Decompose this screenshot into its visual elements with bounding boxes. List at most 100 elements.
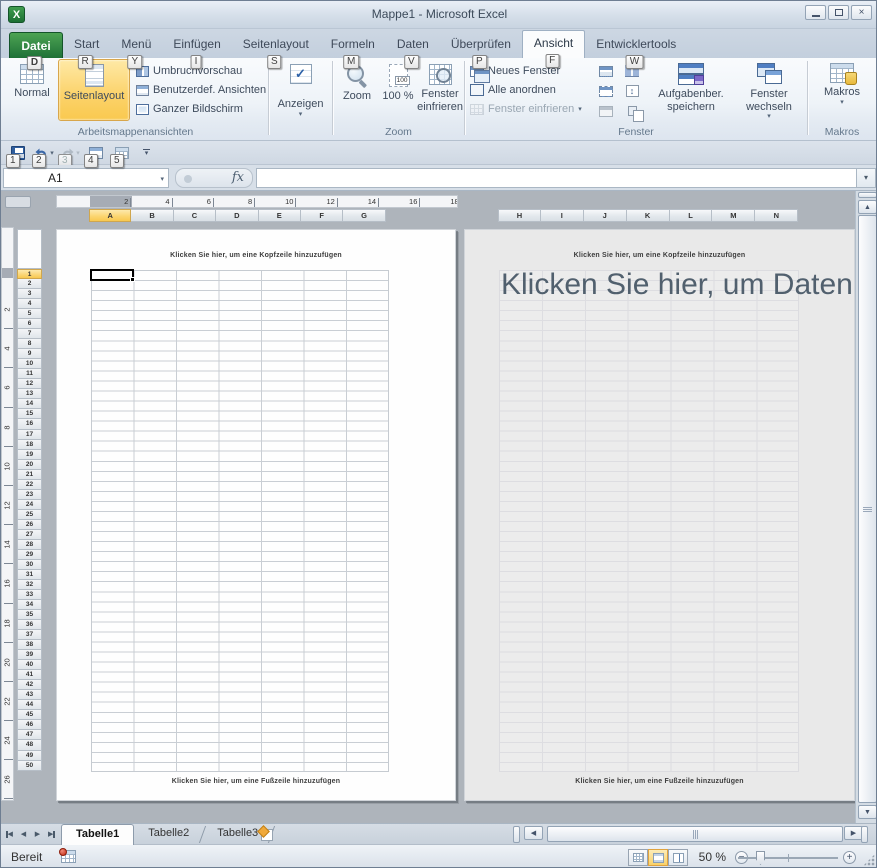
switch-windows-button[interactable]: Fenster wechseln ▾ [736,59,802,121]
row-header[interactable]: 40 [17,660,42,670]
undo-button[interactable]: ▾ 2 [31,143,57,163]
page-break-preview-button[interactable]: Umbruchvorschau [134,64,244,78]
column-header[interactable]: K [627,209,670,222]
horizontal-scroll-thumb[interactable] [547,826,843,842]
minimize-button[interactable] [805,5,826,20]
row-header[interactable]: 34 [17,600,42,610]
reset-window-position-button[interactable] [622,102,642,120]
ribbon-tab[interactable]: Überprüfen P [440,32,522,58]
expand-formula-bar-button[interactable]: ▾ [856,168,876,188]
row-header[interactable]: 50 [17,761,42,771]
row-header[interactable]: 43 [17,690,42,700]
row-header[interactable]: 16 [17,419,42,429]
synchronous-scrolling-button[interactable]: ↕ [622,82,642,100]
custom-views-button[interactable]: Benutzerdef. Ansichten [134,83,268,97]
column-header[interactable]: F [301,209,343,222]
table-tool-button[interactable]: 5 [109,143,135,163]
show-dropdown-button[interactable]: ✓ Anzeigen ▾ [273,60,328,138]
column-header[interactable]: L [670,209,713,222]
row-header[interactable]: 5 [17,309,42,319]
first-sheet-button[interactable]: ◀ [3,826,16,842]
ribbon-tab[interactable]: Seitenlayout S [232,32,320,58]
row-header[interactable]: 11 [17,369,42,379]
sheet-grid[interactable] [91,270,389,772]
row-header[interactable]: 49 [17,751,42,761]
row-header[interactable]: 15 [17,409,42,419]
row-header[interactable]: 36 [17,620,42,630]
ribbon-tab[interactable]: Formeln M [320,32,386,58]
last-sheet-button[interactable]: ▶ [45,826,58,842]
row-header[interactable]: 24 [17,500,42,510]
redo-button[interactable]: ▾ 3 [57,143,83,163]
save-button[interactable]: 1 [5,143,31,163]
row-header[interactable]: 10 [17,359,42,369]
row-header[interactable]: 29 [17,550,42,560]
split-button[interactable] [596,62,616,80]
scroll-up-button[interactable]: ▲ [858,200,877,214]
row-header[interactable]: 37 [17,630,42,640]
sheet-tab[interactable]: Tabelle1 [61,824,134,845]
sheet-grid-inactive[interactable] [499,270,799,772]
save-workspace-button[interactable]: Aufgabenber. speichern [650,59,732,121]
split-handle[interactable] [858,192,877,198]
row-header[interactable]: 4 [17,299,42,309]
formula-input[interactable] [256,168,856,188]
hide-window-button[interactable] [596,82,616,100]
ribbon-tab[interactable]: Einfügen I [162,32,231,58]
zoom-button[interactable]: Zoom [336,60,378,120]
previous-sheet-button[interactable]: ◀ [17,826,30,842]
freeze-window-button[interactable]: Fenster einfrieren [418,60,462,120]
zoom-slider-thumb[interactable] [756,851,765,865]
row-header[interactable]: 35 [17,610,42,620]
ribbon-tab[interactable]: Daten V [386,32,440,58]
row-header[interactable]: 12 [17,379,42,389]
resize-grip[interactable] [863,854,875,866]
add-data-placeholder[interactable]: Klicken Sie hier, um Daten h [501,268,855,302]
row-header[interactable]: 3 [17,289,42,299]
row-header[interactable]: 19 [17,450,42,460]
column-header[interactable]: C [174,209,216,222]
header-placeholder[interactable]: Klicken Sie hier, um eine Kopfzeile hinz… [57,252,455,259]
row-header[interactable]: 1 [17,269,42,279]
worksheet-area[interactable]: 24681012141618 ABCDEFG HIJKLMN 246810121… [1,191,877,823]
column-header[interactable]: M [712,209,755,222]
sheet-tab[interactable]: Tabelle2 [134,824,203,845]
column-header[interactable]: A [89,209,131,222]
tab-split-handle[interactable] [513,826,520,843]
arrange-all-button[interactable]: Alle anordnen [468,83,558,97]
row-header[interactable]: 45 [17,710,42,720]
vertical-scrollbar[interactable]: ▲ ▼ [855,191,877,823]
zoom-100-button[interactable]: 100 100 % [380,60,416,120]
row-header[interactable]: 28 [17,540,42,550]
column-header[interactable]: D [216,209,258,222]
row-header[interactable]: 2 [17,279,42,289]
row-header[interactable]: 21 [17,470,42,480]
macro-record-icon[interactable] [61,850,76,863]
title-bar[interactable]: X Mappe1 - Microsoft Excel × [1,1,877,29]
row-header[interactable]: 33 [17,590,42,600]
row-header[interactable]: 46 [17,720,42,730]
row-header[interactable]: 20 [17,460,42,470]
row-header[interactable]: 9 [17,349,42,359]
row-header[interactable]: 18 [17,440,42,450]
row-header[interactable]: 48 [17,740,42,750]
row-header[interactable]: 31 [17,570,42,580]
next-sheet-button[interactable]: ▶ [31,826,44,842]
row-header[interactable]: 27 [17,530,42,540]
row-header[interactable]: 32 [17,580,42,590]
ribbon-tab[interactable]: Entwicklertools W [585,32,687,58]
insert-function-area[interactable]: fx [175,168,253,188]
zoom-in-button[interactable]: + [843,851,856,864]
insert-worksheet-button[interactable] [254,824,280,845]
page-layout-view-shortcut[interactable] [648,849,668,866]
column-header[interactable]: G [343,209,385,222]
row-header[interactable]: 14 [17,399,42,409]
select-all-corner[interactable] [5,196,31,208]
row-header[interactable]: 41 [17,670,42,680]
selected-cell-a1[interactable] [90,269,134,281]
row-header[interactable]: 39 [17,650,42,660]
row-header[interactable]: 17 [17,430,42,440]
column-header[interactable]: I [541,209,584,222]
scroll-down-button[interactable]: ▼ [858,805,877,819]
ribbon-tab[interactable]: Menü Y [110,32,162,58]
